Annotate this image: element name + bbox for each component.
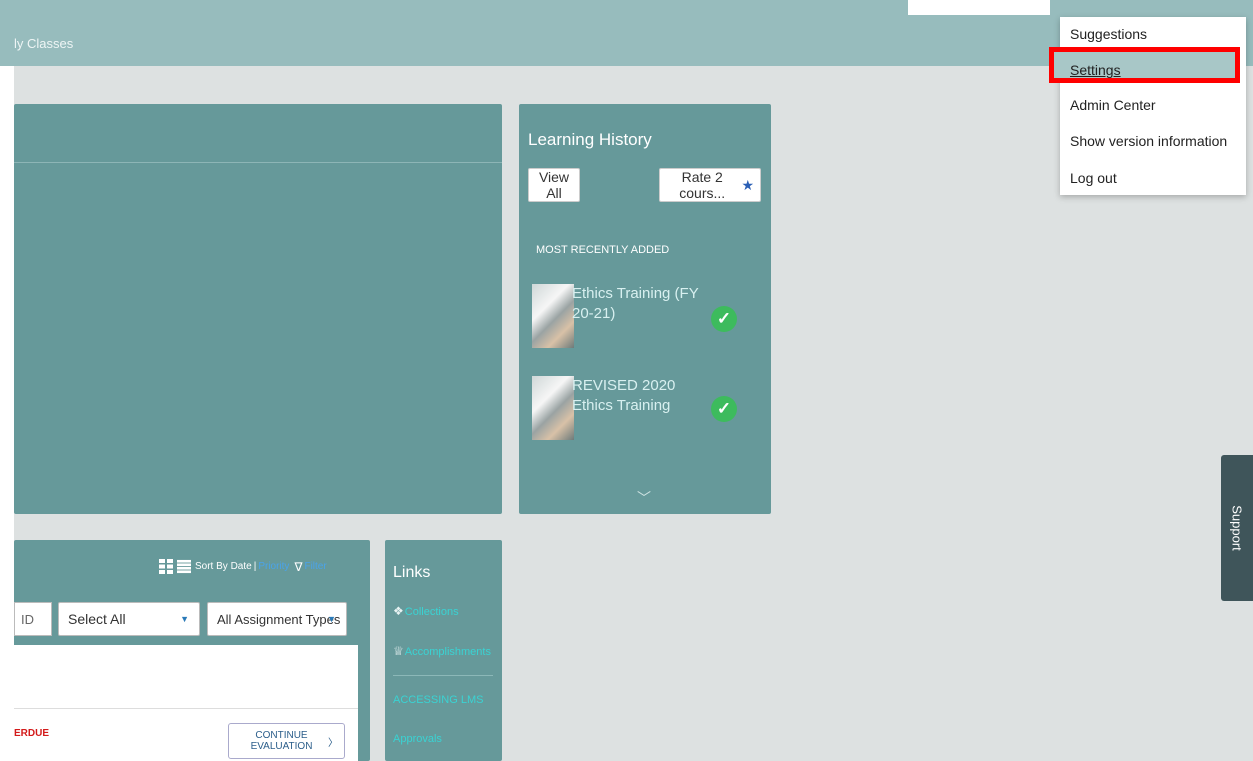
links-divider	[393, 675, 493, 676]
link-approvals[interactable]: Approvals	[393, 733, 442, 745]
star-icon: ★	[741, 176, 754, 193]
status-select[interactable]: Select All ▼	[58, 602, 200, 636]
tile-view-icon[interactable]	[159, 559, 173, 574]
menu-item-version-info[interactable]: Show version information	[1070, 133, 1227, 149]
row-divider	[14, 708, 358, 709]
link-label: ACCESSING LMS	[393, 694, 484, 706]
toolbar-separator: |	[253, 561, 257, 572]
assignment-type-select[interactable]: All Assignment Types ▼	[207, 602, 347, 636]
list-view-icon[interactable]	[177, 559, 191, 574]
support-tab[interactable]: Support	[1221, 455, 1253, 601]
id-search-input[interactable]: ID	[14, 602, 52, 636]
link-collections[interactable]: ❖Collections	[393, 604, 459, 618]
continue-evaluation-label: CONTINUE EVALUATION	[250, 730, 313, 752]
rate-courses-button[interactable]: Rate 2 cours... ★	[659, 168, 761, 202]
menu-item-settings[interactable]: Settings	[1070, 62, 1121, 78]
learning-history-title: Learning History	[528, 130, 652, 149]
menu-item-log-out[interactable]: Log out	[1070, 170, 1117, 186]
course-thumbnail	[532, 376, 574, 440]
continue-evaluation-button[interactable]: CONTINUE EVALUATION 〉	[228, 723, 345, 759]
assignments-panel: Sort By Date | Priority ∇ Filter ID Sele…	[14, 540, 370, 761]
filter-icon[interactable]: ∇	[294, 560, 302, 574]
rate-courses-label: Rate 2 cours...	[679, 169, 726, 201]
breadcrumb-my-classes[interactable]: ly Classes	[14, 36, 73, 51]
history-item[interactable]: Ethics Training (FY 20-21) ✓	[532, 284, 762, 354]
history-item[interactable]: REVISED 2020 Ethics Training ✓	[532, 376, 762, 446]
panel-divider	[14, 162, 502, 163]
dropdown-arrow-icon: ▼	[327, 614, 336, 624]
dropdown-arrow-icon: ▼	[180, 614, 189, 624]
header-search-box[interactable]	[908, 0, 1050, 15]
links-title: Links	[393, 564, 431, 581]
assignment-list: ERDUE CONTINUE EVALUATION 〉	[14, 645, 358, 761]
link-label: Approvals	[393, 733, 442, 745]
support-label: Support	[1229, 505, 1245, 551]
sort-priority-link[interactable]: Priority	[258, 561, 289, 572]
left-edge	[0, 0, 14, 761]
status-select-value: Select All	[68, 611, 126, 627]
overdue-badge: ERDUE	[14, 728, 50, 739]
link-accomplishments[interactable]: ♕Accomplishments	[393, 644, 491, 658]
course-title[interactable]: Ethics Training (FY 20-21)	[572, 284, 712, 324]
chevron-right-icon: 〉	[328, 737, 338, 749]
completed-check-icon: ✓	[711, 306, 737, 332]
menu-item-admin-center[interactable]: Admin Center	[1070, 97, 1156, 113]
chevron-down-icon[interactable]: ﹀	[637, 488, 651, 508]
main-tile-panel	[14, 104, 502, 514]
id-input-placeholder: ID	[21, 611, 34, 627]
filter-link[interactable]: Filter	[304, 561, 326, 572]
link-label: Accomplishments	[404, 646, 491, 658]
menu-item-suggestions[interactable]: Suggestions	[1070, 26, 1147, 42]
view-all-button[interactable]: View All	[528, 168, 580, 202]
link-accessing-lms[interactable]: ACCESSING LMS	[393, 694, 483, 706]
view-all-label: View All	[538, 169, 570, 201]
completed-check-icon: ✓	[711, 396, 737, 422]
assignments-toolbar: Sort By Date | Priority ∇ Filter	[159, 559, 327, 574]
learning-history-panel: Learning History View All Rate 2 cours..…	[519, 104, 771, 514]
link-label: Collections	[404, 606, 459, 618]
course-thumbnail	[532, 284, 574, 348]
assignment-type-value: All Assignment Types	[217, 611, 341, 627]
trophy-icon: ♕	[393, 644, 404, 658]
sort-by-date-label[interactable]: Sort By Date	[195, 561, 252, 572]
most-recently-added-label: MOST RECENTLY ADDED	[536, 244, 670, 256]
collections-icon: ❖	[393, 604, 404, 618]
links-panel: Links ❖Collections ♕Accomplishments ACCE…	[385, 540, 502, 761]
course-title[interactable]: REVISED 2020 Ethics Training	[572, 376, 712, 416]
